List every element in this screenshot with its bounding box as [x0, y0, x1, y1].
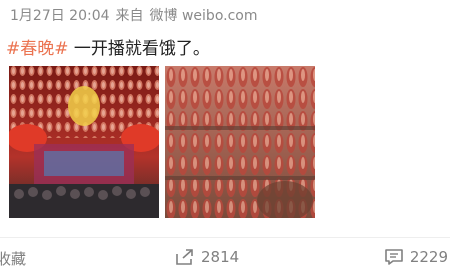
post-text: 一开播就看饿了。	[68, 39, 210, 59]
source-prefix: 来自	[115, 8, 144, 24]
hashtag-link[interactable]: #春晚#	[6, 39, 69, 59]
comment-count: 2229	[409, 248, 448, 266]
photo-grid	[9, 66, 315, 218]
repost-button[interactable]: 2814	[175, 248, 239, 266]
lanterns-stage-photo[interactable]	[9, 66, 159, 218]
action-bar: 收藏 2814 2229	[0, 238, 450, 276]
post-content: #春晚# 一开播就看饿了。	[6, 34, 210, 59]
share-arrow-icon	[175, 248, 195, 266]
comment-bubble-icon	[384, 248, 404, 266]
weibo-post-card: 1月27日 20:04 来自 微博 weibo.com #春晚# 一开播就看饿了。	[0, 0, 450, 276]
post-meta: 1月27日 20:04 来自 微博 weibo.com	[10, 5, 264, 25]
favorite-button[interactable]: 收藏	[0, 248, 26, 269]
source-name[interactable]: 微博 weibo.com	[150, 8, 258, 24]
comment-button[interactable]: 2229	[384, 248, 448, 266]
repost-count: 2814	[201, 248, 240, 266]
cured-sausages-photo[interactable]	[165, 66, 315, 218]
favorite-label: 收藏	[0, 250, 27, 268]
post-date[interactable]: 1月27日 20:04	[10, 8, 110, 24]
